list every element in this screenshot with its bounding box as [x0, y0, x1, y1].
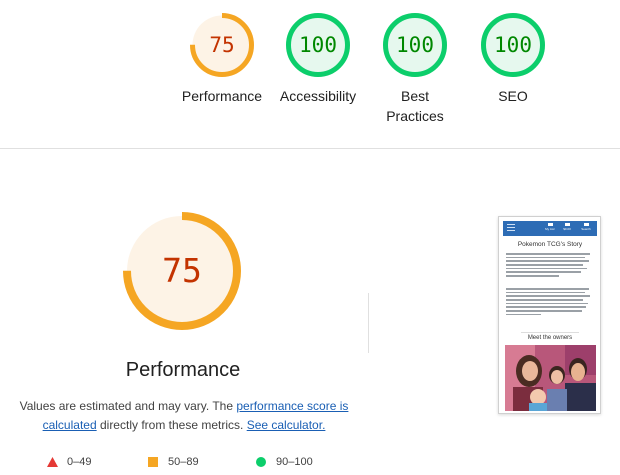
- legend-range: 90–100: [276, 456, 313, 468]
- thumbnail-navbar: My Acc $0.00 Search: [503, 221, 597, 236]
- section-divider: [0, 148, 620, 149]
- page-screenshot-thumbnail[interactable]: My Acc $0.00 Search Pokemon TCG's Story …: [498, 216, 601, 414]
- nav-item: $0.00: [563, 227, 571, 231]
- owners-photo: [505, 345, 596, 411]
- performance-main-title: Performance: [125, 359, 241, 381]
- gauge-label: Best Practices: [386, 88, 444, 124]
- thumbnail-section-title: Meet the owners: [527, 335, 573, 341]
- thumbnail-paragraph: [506, 288, 594, 318]
- gauge-score: 100: [396, 33, 434, 57]
- gauge-score: 75: [209, 33, 235, 57]
- description-text: Values are estimated and may vary. The: [19, 399, 237, 413]
- green-circle-icon: [256, 457, 266, 467]
- see-calculator-link[interactable]: See calculator.: [247, 418, 326, 432]
- nav-item: My Acc: [545, 227, 555, 231]
- performance-main-gauge: 75: [122, 211, 242, 331]
- gauge-ring: 100: [382, 12, 448, 78]
- gauge-ring: 75: [189, 12, 255, 78]
- performance-description: Values are estimated and may vary. The p…: [14, 397, 354, 435]
- account-icon: My Acc: [543, 223, 557, 231]
- orange-square-icon: [148, 457, 158, 467]
- description-text: directly from these metrics.: [96, 418, 247, 432]
- category-gauges: 75 Performance 100 Accessibility 100 Bes…: [0, 12, 620, 142]
- gauge-accessibility[interactable]: 100 Accessibility: [268, 12, 368, 106]
- legend-range: 0–49: [67, 456, 92, 468]
- thumbnail-divider: [521, 332, 579, 333]
- hamburger-icon: [507, 224, 515, 232]
- gauge-score: 100: [299, 33, 337, 57]
- gauge-seo[interactable]: 100 SEO: [463, 12, 563, 106]
- gauge-score: 100: [494, 33, 532, 57]
- gauge-performance[interactable]: 75 Performance: [172, 12, 272, 106]
- owners-photo-image: [505, 345, 596, 411]
- red-triangle-icon: [47, 457, 58, 467]
- gauge-ring: 100: [285, 12, 351, 78]
- performance-main-score: 75: [162, 251, 202, 290]
- thumbnail-title: Pokemon TCG's Story: [517, 241, 583, 248]
- gauge-label: Accessibility: [279, 88, 357, 104]
- vertical-separator: [368, 293, 369, 353]
- gauge-label: SEO: [498, 88, 528, 104]
- gauge-best-practices[interactable]: 100 Best Practices: [365, 12, 465, 126]
- thumbnail-paragraph: [506, 253, 594, 279]
- search-icon: Search: [579, 223, 593, 231]
- gauge-label: Performance: [181, 88, 263, 104]
- score-legend: 0–49 50–89 90–100: [0, 453, 360, 471]
- cart-icon: $0.00: [560, 223, 574, 231]
- legend-range: 50–89: [168, 456, 199, 468]
- gauge-ring: 100: [480, 12, 546, 78]
- nav-item: Search: [581, 227, 591, 231]
